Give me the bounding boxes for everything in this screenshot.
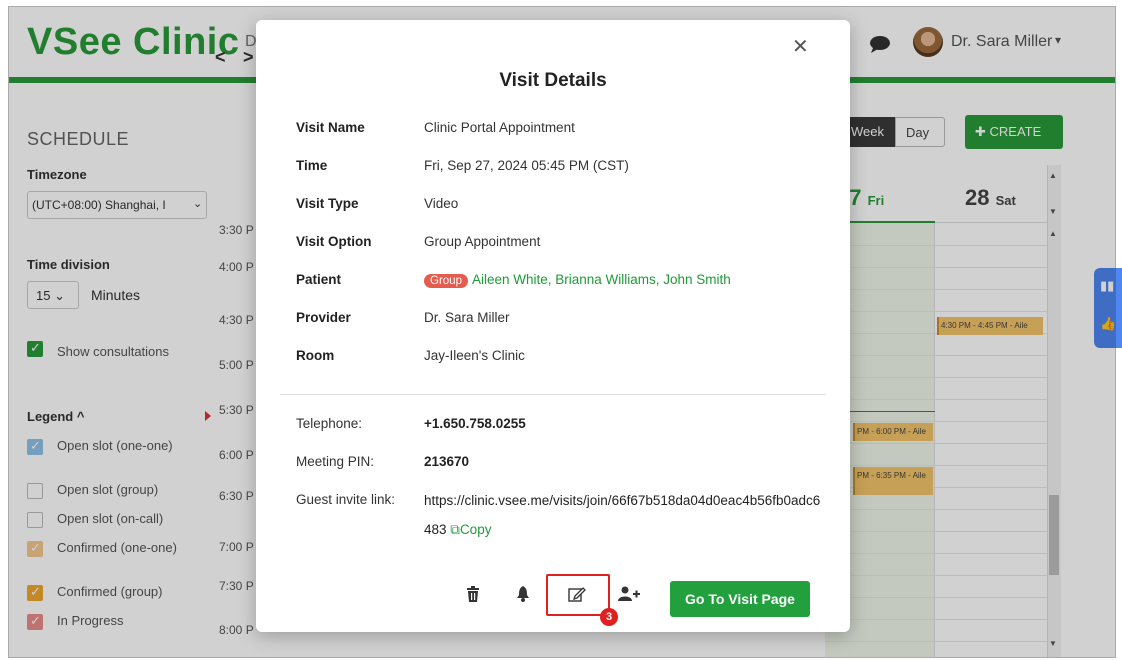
detail-value: Group Appointment xyxy=(424,234,541,249)
trash-icon[interactable] xyxy=(466,586,480,602)
guest-invite-link: https://clinic.vsee.me/visits/join/66f67… xyxy=(424,486,824,544)
edit-icon[interactable] xyxy=(568,586,586,602)
detail-value: Fri, Sep 27, 2024 05:45 PM (CST) xyxy=(424,158,629,173)
bell-icon[interactable] xyxy=(516,586,530,602)
detail-label: Patient xyxy=(296,272,342,287)
divider xyxy=(280,394,826,395)
patient-links[interactable]: Aileen White, Brianna Williams, John Smi… xyxy=(472,272,731,287)
meeting-pin-label: Meeting PIN: xyxy=(296,454,375,469)
detail-label: Time xyxy=(296,158,328,173)
patient-value: Group Aileen White, Brianna Williams, Joh… xyxy=(424,272,731,288)
copy-icon: ⧉ xyxy=(450,522,460,537)
copy-label: Copy xyxy=(459,522,492,537)
step-number-badge: 3 xyxy=(600,608,618,626)
modal-title: Visit Details xyxy=(499,70,607,91)
telephone-value: +1.650.758.0255 xyxy=(424,416,526,431)
detail-label: Visit Type xyxy=(296,196,359,211)
close-icon[interactable]: ✕ xyxy=(792,34,809,59)
meeting-pin-value: 213670 xyxy=(424,454,470,469)
detail-label: Provider xyxy=(296,310,351,325)
add-user-icon[interactable] xyxy=(618,586,640,602)
detail-value: Jay-Ileen's Clinic xyxy=(424,348,525,363)
detail-value: Clinic Portal Appointment xyxy=(424,120,575,135)
visit-details-modal: ✕ Visit Details Visit Name Clinic Portal… xyxy=(256,20,850,632)
detail-label: Visit Option xyxy=(296,234,372,249)
detail-value: Video xyxy=(424,196,459,211)
copy-button[interactable]: ⧉Copy xyxy=(450,522,491,537)
detail-value: Dr. Sara Miller xyxy=(424,310,510,325)
detail-label: Visit Name xyxy=(296,120,365,135)
telephone-label: Telephone: xyxy=(296,416,363,431)
guest-invite-label: Guest invite link: xyxy=(296,492,396,507)
detail-label: Room xyxy=(296,348,335,363)
group-badge: Group xyxy=(424,274,468,288)
go-to-visit-page-button[interactable]: Go To Visit Page xyxy=(670,581,810,617)
